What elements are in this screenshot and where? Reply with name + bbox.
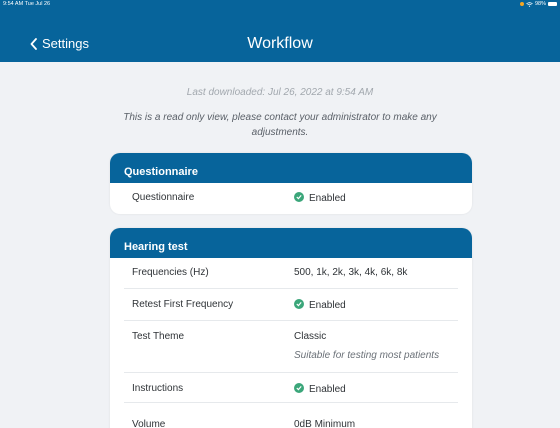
hearing-test-card: Hearing test Frequencies (Hz) 500, 1k, 2… [110, 228, 472, 428]
recording-dot-icon [519, 2, 524, 6]
row-label: Retest First Frequency [132, 299, 234, 310]
frequencies-row: Frequencies (Hz) 500, 1k, 2k, 3k, 4k, 6k… [124, 258, 458, 289]
status-time: 9:54 AM Tue Jul 26 [3, 1, 51, 7]
row-label: Volume [132, 419, 166, 428]
page-title: Workflow [247, 35, 313, 52]
test-theme-row: Test Theme Classic Suitable for testing … [124, 321, 458, 373]
questionnaire-row: Questionnaire Enabled [124, 183, 458, 214]
wifi-icon [526, 1, 533, 7]
enabled-text: Enabled [309, 193, 346, 204]
check-circle-icon [294, 383, 304, 393]
last-downloaded-text: Last downloaded: Jul 26, 2022 at 9:54 AM [186, 87, 374, 98]
volume-row: Volume 0dB Minimum [124, 403, 458, 428]
content-area[interactable]: Last downloaded: Jul 26, 2022 at 9:54 AM… [10, 62, 550, 428]
status-bar: 9:54 AM Tue Jul 26 98% [0, 0, 560, 10]
row-value: Enabled [294, 192, 346, 204]
battery-percent: 98% [534, 1, 546, 7]
navigation-bar: 9:54 AM Tue Jul 26 98% Settings Workflow [0, 0, 560, 62]
row-label: Questionnaire [132, 192, 195, 203]
questionnaire-card: Questionnaire Questionnaire Enabled [110, 153, 472, 214]
retest-first-frequency-row: Retest First Frequency Enabled [124, 289, 458, 321]
row-label: Instructions [132, 383, 184, 394]
row-label: Frequencies (Hz) [132, 267, 209, 278]
row-value: Enabled [294, 383, 346, 395]
read-only-notice: This is a read only view, please contact… [123, 112, 437, 138]
status-indicators: 98% [519, 1, 557, 7]
instructions-row: Instructions Enabled [124, 373, 458, 403]
enabled-text: Enabled [309, 384, 346, 395]
row-value: Classic [294, 331, 327, 342]
check-circle-icon [294, 299, 304, 309]
check-circle-icon [294, 192, 304, 202]
hearing-test-section-title: Hearing test [110, 228, 472, 258]
battery-icon [548, 2, 557, 6]
row-value: 0dB Minimum [294, 419, 356, 428]
row-value: 500, 1k, 2k, 3k, 4k, 6k, 8k [294, 267, 408, 278]
row-value: Enabled [294, 299, 346, 311]
row-sub-value: Suitable for testing most patients [294, 350, 440, 361]
questionnaire-section-title: Questionnaire [110, 153, 472, 183]
enabled-text: Enabled [309, 300, 346, 311]
row-label: Test Theme [132, 331, 185, 342]
